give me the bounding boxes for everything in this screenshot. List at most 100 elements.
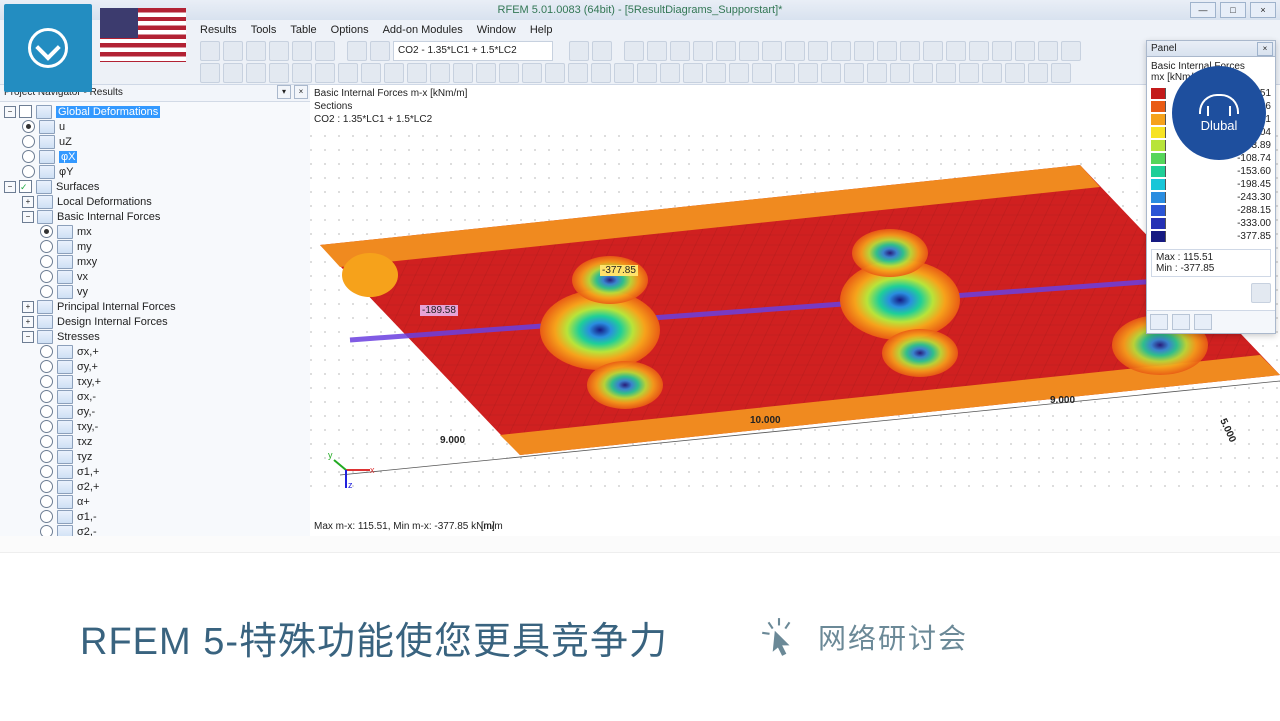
node-stress-item[interactable]: σ1,+ [0,464,310,479]
node-stress-item[interactable]: σy,+ [0,359,310,374]
tool-icon[interactable] [900,41,920,61]
menu-results[interactable]: Results [200,24,237,36]
tool-icon[interactable] [936,63,956,83]
tool-icon[interactable] [223,41,243,61]
tool-icon[interactable] [946,41,966,61]
node-stress-item[interactable]: τxy,+ [0,374,310,389]
tool-icon[interactable] [499,63,519,83]
nav-next-icon[interactable] [592,41,612,61]
tool-icon[interactable] [614,63,634,83]
tool-icon[interactable] [762,41,782,61]
nav-prev-icon[interactable] [569,41,589,61]
pin-icon[interactable]: ▾ [277,85,291,99]
menu-window[interactable]: Window [477,24,516,36]
tool-icon[interactable] [269,41,289,61]
tool-icon[interactable] [660,63,680,83]
tool-icon[interactable] [992,41,1012,61]
node-phiy[interactable]: φY [0,164,310,179]
tool-icon[interactable] [959,63,979,83]
node-u[interactable]: u [0,119,310,134]
tool-icon[interactable] [831,41,851,61]
node-vy[interactable]: vy [0,284,310,299]
node-design-internal-forces[interactable]: Design Internal Forces [0,314,310,329]
tool-icon[interactable] [693,41,713,61]
node-my[interactable]: my [0,239,310,254]
node-stress-item[interactable]: τxz [0,434,310,449]
tool-icon[interactable] [292,41,312,61]
tool-icon[interactable] [1051,63,1071,83]
node-phix[interactable]: φX [0,149,310,164]
tool-icon[interactable] [545,63,565,83]
tool-icon[interactable] [913,63,933,83]
tool-icon[interactable] [1061,41,1081,61]
tool-icon[interactable] [338,63,358,83]
tool-icon[interactable] [854,41,874,61]
tool-icon[interactable] [670,41,690,61]
node-local-deformations[interactable]: Local Deformations [0,194,310,209]
tool-icon[interactable] [923,41,943,61]
node-stress-item[interactable]: τxy,- [0,419,310,434]
panel-tab-icon[interactable] [1172,314,1190,330]
tool-icon[interactable] [637,63,657,83]
model-viewport[interactable]: Basic Internal Forces m-x [kNm/m] Sectio… [310,84,1280,536]
tool-icon[interactable] [798,63,818,83]
tool-icon[interactable] [969,41,989,61]
menu-addon-modules[interactable]: Add-on Modules [383,24,463,36]
loadcase-combo[interactable]: CO2 - 1.35*LC1 + 1.5*LC2 [393,41,553,61]
node-global-deformations[interactable]: Global Deformations [0,104,310,119]
tool-icon[interactable] [1005,63,1025,83]
panel-tab-icon[interactable] [1150,314,1168,330]
tool-icon[interactable] [476,63,496,83]
tool-icon[interactable] [347,41,367,61]
panel-close-icon[interactable]: × [1257,42,1273,56]
tool-icon[interactable] [370,41,390,61]
tool-icon[interactable] [430,63,450,83]
tool-icon[interactable] [1028,63,1048,83]
menu-table[interactable]: Table [290,24,316,36]
node-mx[interactable]: mx [0,224,310,239]
maximize-button[interactable]: □ [1220,2,1246,18]
node-stress-item[interactable]: σ2,+ [0,479,310,494]
close-icon[interactable]: × [294,85,308,99]
tool-icon[interactable] [591,63,611,83]
tool-icon[interactable] [246,41,266,61]
tool-icon[interactable] [292,63,312,83]
tool-icon[interactable] [785,41,805,61]
tool-icon[interactable] [315,41,335,61]
tool-icon[interactable] [752,63,772,83]
tool-icon[interactable] [775,63,795,83]
tool-icon[interactable] [716,41,736,61]
tool-icon[interactable] [706,63,726,83]
tool-icon[interactable] [844,63,864,83]
tool-icon[interactable] [729,63,749,83]
menu-tools[interactable]: Tools [251,24,277,36]
tool-icon[interactable] [361,63,381,83]
tool-icon[interactable] [568,63,588,83]
node-vx[interactable]: vx [0,269,310,284]
tool-icon[interactable] [1015,41,1035,61]
tool-icon[interactable] [890,63,910,83]
tool-icon[interactable] [522,63,542,83]
node-basic-internal-forces[interactable]: Basic Internal Forces [0,209,310,224]
node-surfaces[interactable]: Surfaces [0,179,310,194]
tool-icon[interactable] [269,63,289,83]
tool-icon[interactable] [739,41,759,61]
node-stress-item[interactable]: σx,- [0,389,310,404]
tool-icon[interactable] [246,63,266,83]
panel-header[interactable]: Panel × [1147,41,1275,57]
tool-icon[interactable] [315,63,335,83]
tool-icon[interactable] [624,41,644,61]
tool-icon[interactable] [683,63,703,83]
minimize-button[interactable]: — [1190,2,1216,18]
node-stress-item[interactable]: α+ [0,494,310,509]
menu-options[interactable]: Options [331,24,369,36]
node-stress-item[interactable]: σ1,- [0,509,310,524]
tool-icon[interactable] [647,41,667,61]
tool-icon[interactable] [982,63,1002,83]
tool-icon[interactable] [384,63,404,83]
node-stress-item[interactable]: σx,+ [0,344,310,359]
tool-icon[interactable] [223,63,243,83]
node-mxy[interactable]: mxy [0,254,310,269]
tool-icon[interactable] [200,63,220,83]
zoom-icon[interactable] [1251,283,1271,303]
